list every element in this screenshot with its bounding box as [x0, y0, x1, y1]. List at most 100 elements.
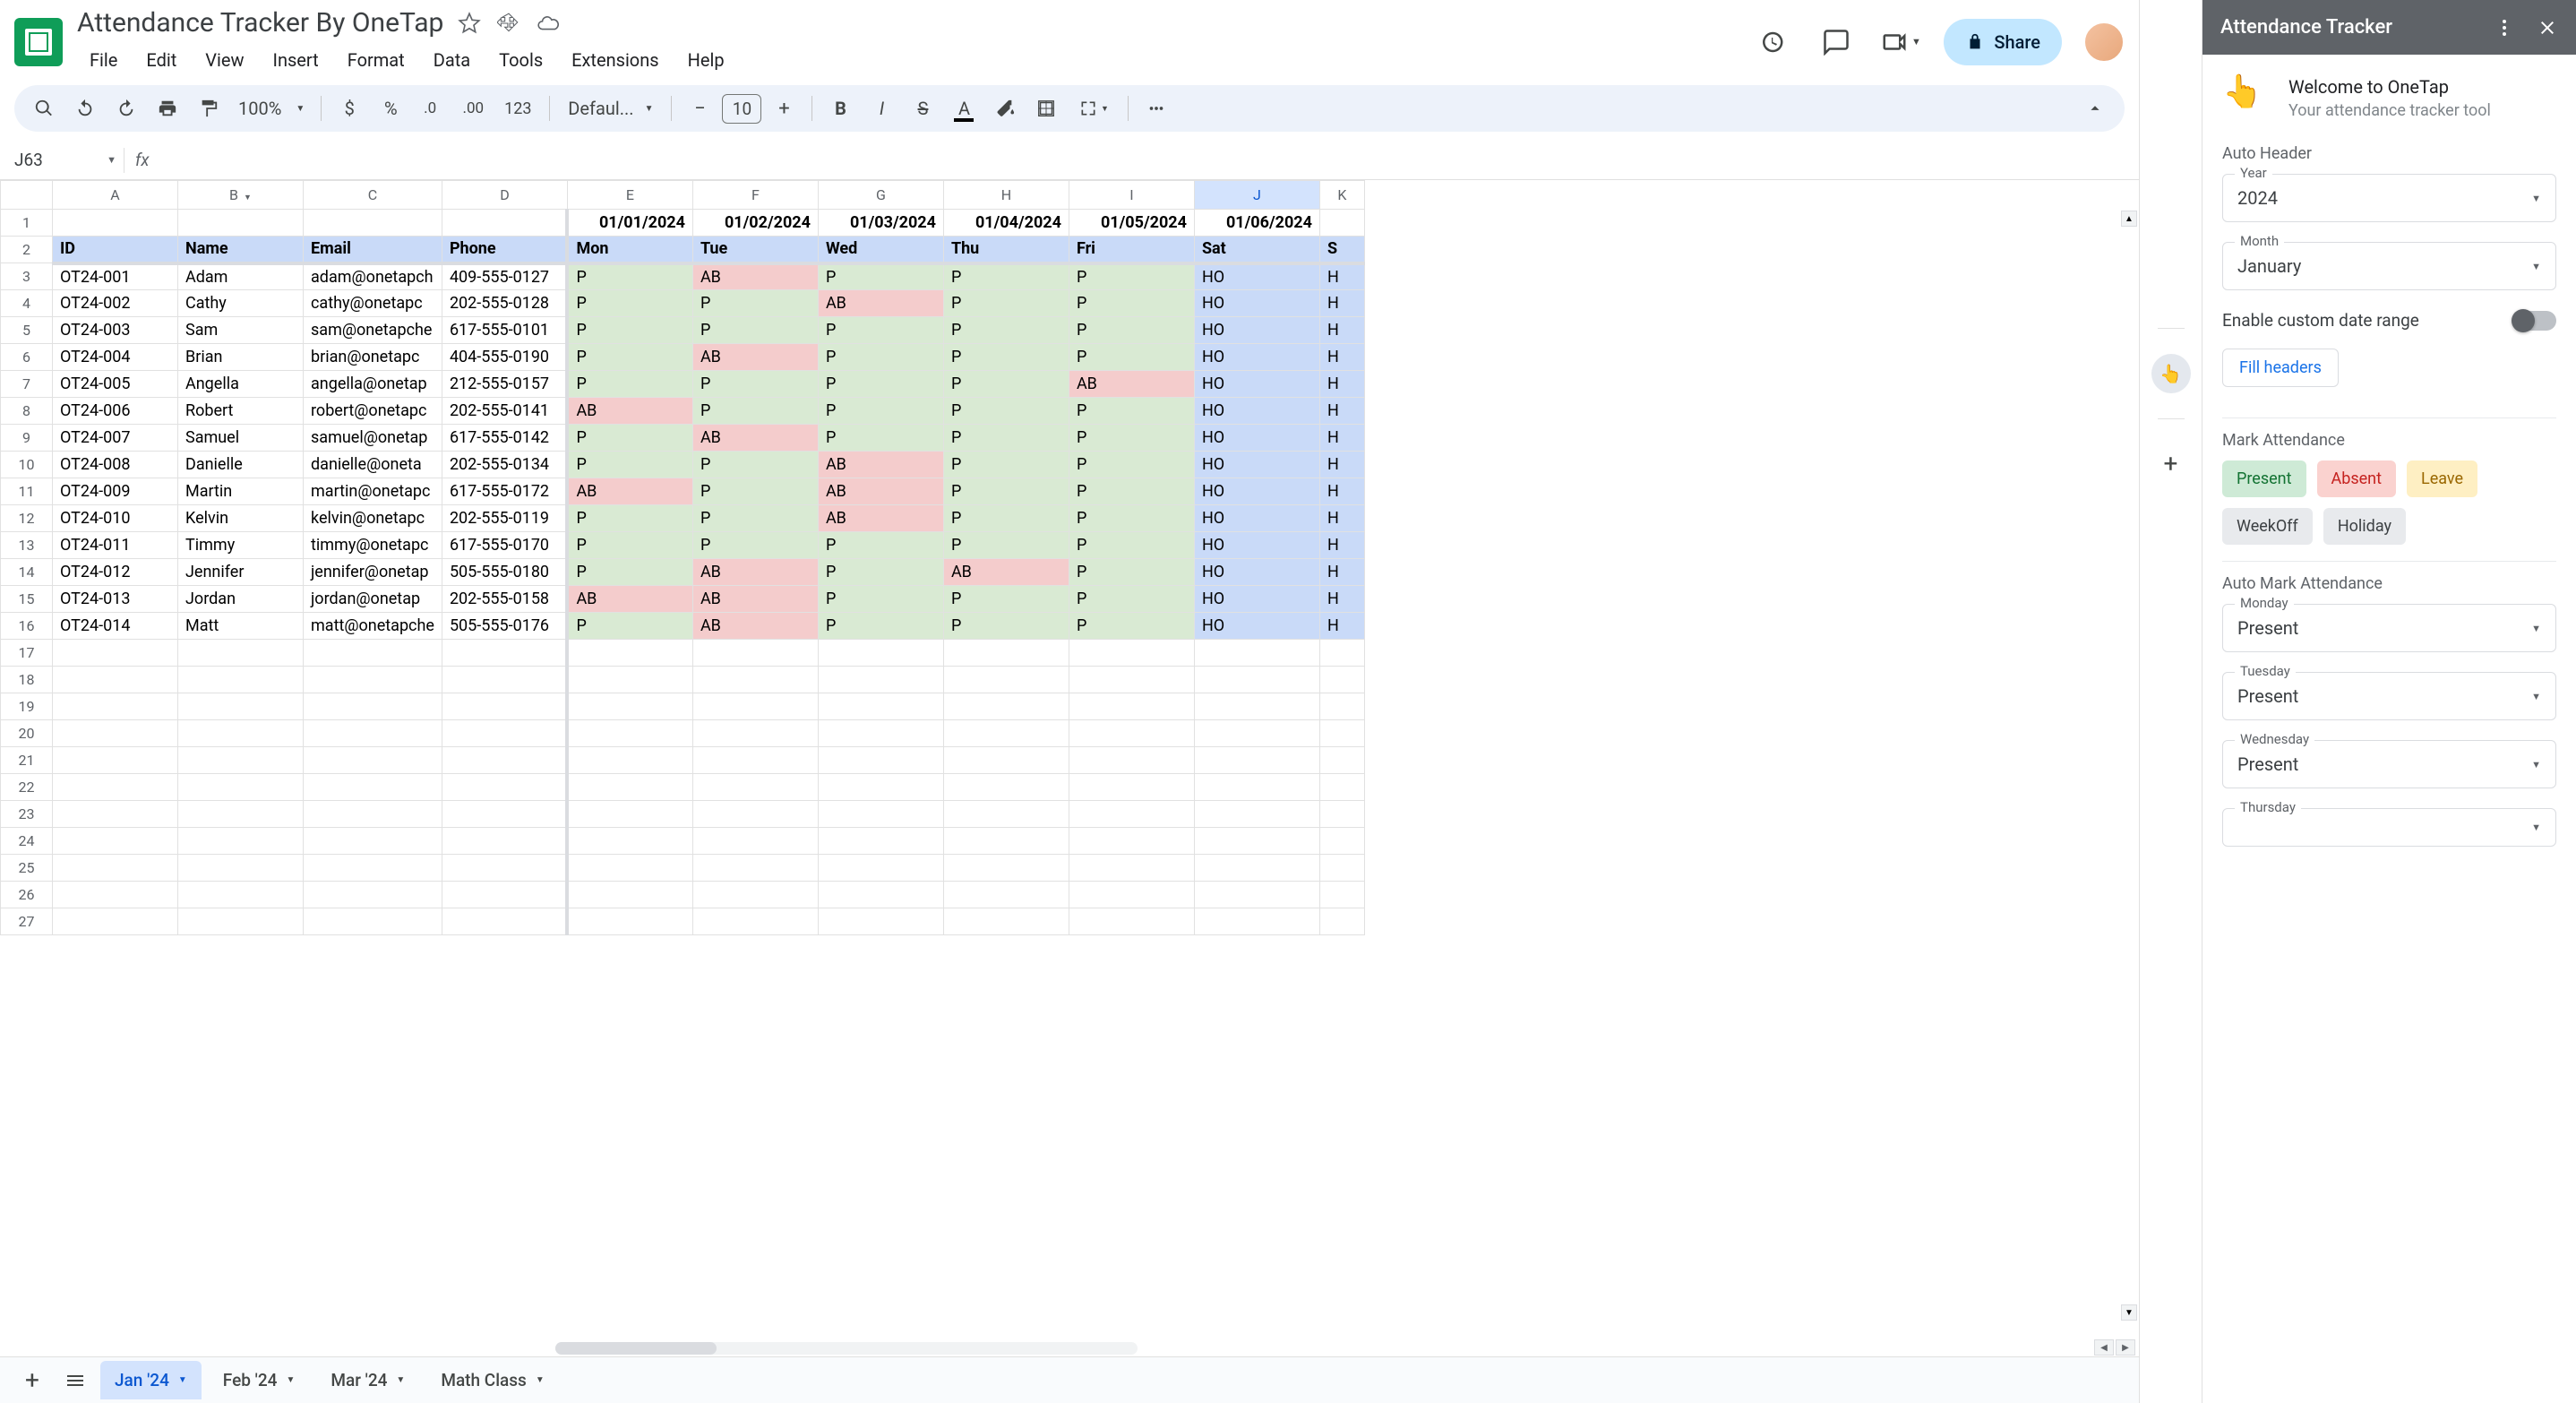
cell[interactable]: [53, 774, 178, 801]
comments-icon[interactable]: [1815, 21, 1858, 64]
cell[interactable]: H: [1319, 532, 1364, 559]
cell[interactable]: Adam: [178, 263, 304, 290]
cell[interactable]: Samuel: [178, 425, 304, 452]
cell[interactable]: Fri: [1069, 237, 1194, 263]
fill-headers-button[interactable]: Fill headers: [2222, 349, 2339, 387]
cell[interactable]: 202-555-0128: [442, 290, 567, 317]
cell[interactable]: [692, 667, 818, 693]
cell[interactable]: [943, 855, 1069, 882]
cell[interactable]: [943, 720, 1069, 747]
cell[interactable]: cathy@onetapc: [304, 290, 442, 317]
cell[interactable]: 617-555-0142: [442, 425, 567, 452]
horizontal-scrollbar[interactable]: ◀ ▶: [0, 1340, 2139, 1356]
cell[interactable]: P: [567, 344, 692, 371]
row-header[interactable]: 23: [1, 801, 53, 828]
add-sheet-button[interactable]: +: [14, 1363, 50, 1399]
cell[interactable]: HO: [1194, 532, 1319, 559]
keep-icon[interactable]: [2152, 77, 2190, 115]
cell[interactable]: 01/05/2024: [1069, 210, 1194, 237]
cell[interactable]: P: [818, 425, 943, 452]
cell[interactable]: [567, 801, 692, 828]
cell[interactable]: P: [692, 505, 818, 532]
cell[interactable]: [53, 828, 178, 855]
cell[interactable]: [692, 720, 818, 747]
cell[interactable]: [442, 667, 567, 693]
cell[interactable]: HO: [1194, 398, 1319, 425]
cell[interactable]: [692, 828, 818, 855]
cell[interactable]: P: [567, 425, 692, 452]
cell[interactable]: 212-555-0157: [442, 371, 567, 398]
cell[interactable]: [1319, 747, 1364, 774]
calendar-icon[interactable]: [2152, 14, 2190, 52]
cell[interactable]: [53, 855, 178, 882]
print-icon[interactable]: [149, 90, 186, 126]
cell[interactable]: [304, 747, 442, 774]
name-box[interactable]: J63 ▼: [7, 146, 124, 174]
menu-help[interactable]: Help: [675, 44, 737, 76]
cell[interactable]: P: [1069, 559, 1194, 586]
cell[interactable]: Wed: [818, 237, 943, 263]
cell[interactable]: P: [818, 263, 943, 290]
cell[interactable]: HO: [1194, 452, 1319, 478]
cell[interactable]: [1069, 720, 1194, 747]
cell[interactable]: P: [567, 452, 692, 478]
cell[interactable]: jordan@onetap: [304, 586, 442, 613]
scroll-left-icon[interactable]: ◀: [2094, 1339, 2114, 1356]
cell[interactable]: HO: [1194, 317, 1319, 344]
menu-view[interactable]: View: [193, 44, 256, 76]
cell[interactable]: P: [567, 290, 692, 317]
cell[interactable]: AB: [692, 425, 818, 452]
cloud-icon[interactable]: [537, 12, 560, 35]
cell[interactable]: Phone: [442, 237, 567, 263]
cell[interactable]: 409-555-0127: [442, 263, 567, 290]
cell[interactable]: [943, 747, 1069, 774]
collapse-toolbar-icon[interactable]: [2076, 90, 2114, 126]
cell[interactable]: [1319, 801, 1364, 828]
menu-tools[interactable]: Tools: [486, 44, 555, 76]
cell[interactable]: P: [567, 371, 692, 398]
row-header[interactable]: 4: [1, 290, 53, 317]
cell[interactable]: [1319, 908, 1364, 935]
cell[interactable]: [304, 693, 442, 720]
menu-edit[interactable]: Edit: [133, 44, 189, 76]
cell[interactable]: HO: [1194, 613, 1319, 640]
cell[interactable]: [1194, 720, 1319, 747]
cell[interactable]: [53, 908, 178, 935]
cell[interactable]: [692, 774, 818, 801]
cell[interactable]: [818, 720, 943, 747]
cell[interactable]: P: [1069, 317, 1194, 344]
cell[interactable]: [304, 640, 442, 667]
cell[interactable]: AB: [818, 478, 943, 505]
cell[interactable]: Martin: [178, 478, 304, 505]
percent-icon[interactable]: %: [372, 90, 409, 126]
row-header[interactable]: 24: [1, 828, 53, 855]
year-select[interactable]: 2024▼: [2222, 174, 2556, 222]
cell[interactable]: [1194, 828, 1319, 855]
column-header[interactable]: G: [818, 181, 943, 210]
cell[interactable]: [567, 693, 692, 720]
cell[interactable]: HO: [1194, 505, 1319, 532]
cell[interactable]: [1319, 774, 1364, 801]
date-range-toggle[interactable]: [2513, 311, 2556, 331]
cell[interactable]: [1069, 774, 1194, 801]
sheet-tab[interactable]: Jan '24▼: [100, 1361, 202, 1399]
cell[interactable]: [178, 801, 304, 828]
row-header[interactable]: 3: [1, 263, 53, 290]
row-header[interactable]: 9: [1, 425, 53, 452]
cell[interactable]: H: [1319, 425, 1364, 452]
cell[interactable]: 202-555-0119: [442, 505, 567, 532]
cell[interactable]: P: [818, 559, 943, 586]
cell[interactable]: [818, 828, 943, 855]
contacts-icon[interactable]: [2152, 202, 2190, 240]
cell[interactable]: H: [1319, 344, 1364, 371]
cell[interactable]: P: [943, 317, 1069, 344]
move-icon[interactable]: [497, 12, 520, 35]
row-header[interactable]: 16: [1, 613, 53, 640]
cell[interactable]: 01/01/2024: [567, 210, 692, 237]
cell[interactable]: [178, 210, 304, 237]
cell[interactable]: [53, 747, 178, 774]
cell[interactable]: [178, 828, 304, 855]
cell[interactable]: P: [943, 478, 1069, 505]
cell[interactable]: 01/04/2024: [943, 210, 1069, 237]
formula-input[interactable]: [160, 141, 2132, 179]
